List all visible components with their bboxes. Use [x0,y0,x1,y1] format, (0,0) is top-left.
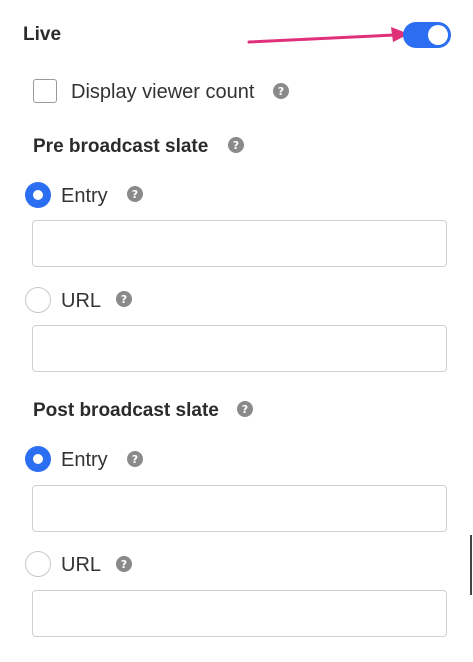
viewer-count-checkbox[interactable] [33,79,57,103]
pre-url-input[interactable] [32,325,447,372]
post-url-help-icon[interactable]: ? [116,556,132,572]
post-broadcast-help-icon[interactable]: ? [237,401,253,417]
toggle-knob [428,25,448,45]
post-entry-input[interactable] [32,485,447,532]
pre-entry-help-icon[interactable]: ? [127,186,143,202]
post-entry-label: Entry [61,449,108,471]
post-entry-radio[interactable] [25,446,51,472]
pre-broadcast-help-icon[interactable]: ? [228,137,244,153]
viewer-count-help-icon[interactable]: ? [273,83,289,99]
pre-entry-label: Entry [61,185,108,207]
pre-broadcast-title: Pre broadcast slate [33,136,209,157]
post-url-label: URL [61,554,102,576]
pre-url-radio[interactable] [25,287,51,313]
pre-entry-radio[interactable] [25,182,51,208]
viewer-count-label: Display viewer count [71,81,255,103]
post-url-radio[interactable] [25,551,51,577]
radio-dot [33,190,43,200]
post-entry-help-icon[interactable]: ? [127,451,143,467]
radio-dot [33,454,43,464]
pre-url-help-icon[interactable]: ? [116,291,132,307]
annotation-arrow-icon [247,27,409,44]
live-toggle[interactable] [403,22,451,48]
pre-entry-input[interactable] [32,220,447,267]
pre-url-label: URL [61,290,102,312]
scrollbar[interactable] [470,535,472,595]
live-title: Live [23,24,62,45]
post-url-input[interactable] [32,590,447,637]
post-broadcast-title: Post broadcast slate [33,400,219,421]
